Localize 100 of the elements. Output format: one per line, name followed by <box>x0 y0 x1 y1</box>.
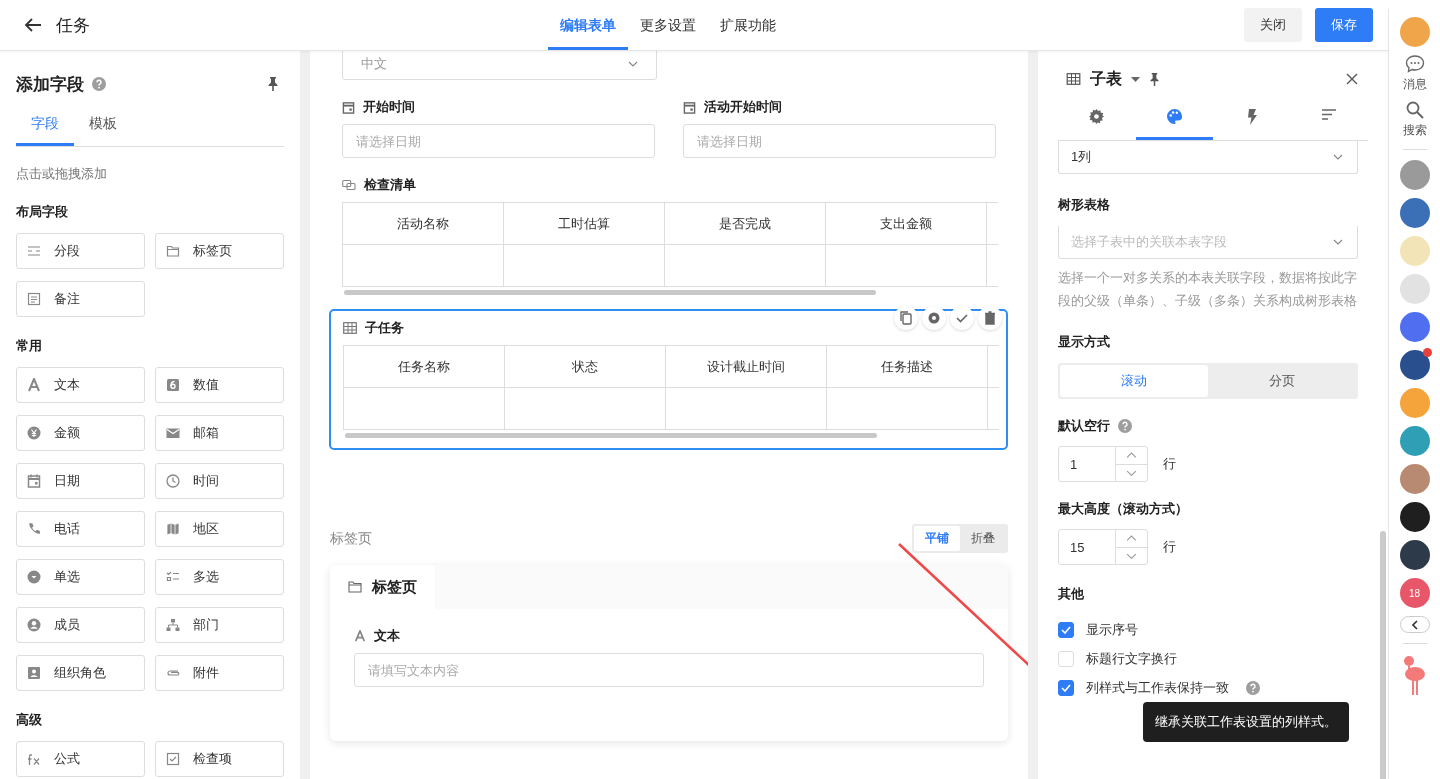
text-field[interactable]: 请填写文本内容 <box>354 653 984 687</box>
field-type-button[interactable]: 备注 <box>16 281 145 317</box>
folder-icon <box>348 581 362 593</box>
section-title: 最大高度（滚动方式） <box>1058 500 1188 518</box>
checkbox[interactable] <box>1058 679 1074 696</box>
money-icon <box>27 426 41 440</box>
check-icon[interactable] <box>950 306 974 330</box>
linked-records-icon <box>342 179 356 191</box>
mode-option[interactable]: 平铺 <box>914 526 960 551</box>
chevron-left-icon <box>1411 619 1418 630</box>
pin-icon[interactable] <box>1149 72 1160 86</box>
help-icon[interactable] <box>1246 680 1260 695</box>
fx-icon <box>27 752 41 766</box>
scrollbar[interactable] <box>344 290 876 295</box>
map-icon <box>166 522 180 536</box>
field-type-button[interactable]: 时间 <box>155 463 284 499</box>
tooltip: 继承关联工作表设置的列样式。 <box>1143 701 1349 742</box>
check-icon <box>166 752 180 766</box>
column-header: 状态 <box>505 345 666 387</box>
field-type-button[interactable]: 文本 <box>16 367 145 403</box>
text-icon <box>354 630 366 642</box>
pin-icon[interactable] <box>267 77 279 91</box>
section-title: 树形表格 <box>1058 196 1111 214</box>
field-type-button[interactable]: 地区 <box>155 511 284 547</box>
column-header: 任务描述 <box>827 345 988 387</box>
tab[interactable]: 标签页 <box>330 565 435 609</box>
search-icon <box>1405 101 1424 119</box>
app-avatar[interactable] <box>1399 540 1430 570</box>
field-type-button[interactable]: 附件 <box>155 655 284 691</box>
date-icon <box>27 474 41 488</box>
scrollbar[interactable] <box>345 433 877 438</box>
field-type-button[interactable]: 数值 <box>155 367 284 403</box>
top-tab[interactable]: 扩展功能 <box>708 0 788 50</box>
field-label: 子任务 <box>365 319 404 337</box>
dock-button[interactable]: 消息 <box>1402 55 1427 93</box>
column-header: 是否完成 <box>665 202 826 244</box>
field-type-button[interactable]: 分段 <box>16 233 145 269</box>
person-icon <box>27 618 41 632</box>
field-type-button[interactable]: 邮箱 <box>155 415 284 451</box>
field-type-button[interactable]: 日期 <box>16 463 145 499</box>
field-type-button[interactable]: 标签页 <box>155 233 284 269</box>
dock-button[interactable]: 搜索 <box>1402 101 1427 139</box>
field-type-button[interactable]: 部门 <box>155 607 284 643</box>
save-button[interactable]: 保存 <box>1315 8 1373 42</box>
group-title: 布局字段 <box>16 203 69 221</box>
field-type-button[interactable]: 电话 <box>16 511 145 547</box>
date-field[interactable]: 请选择日期 <box>683 124 996 158</box>
top-tab[interactable]: 更多设置 <box>628 0 708 50</box>
notification-dot <box>1422 348 1432 357</box>
help-icon[interactable] <box>1118 419 1132 433</box>
field-type-button[interactable]: 单选 <box>16 559 145 595</box>
scrollbar[interactable] <box>1380 531 1386 779</box>
settings-icon <box>1089 109 1105 124</box>
copy-icon[interactable] <box>894 306 918 330</box>
display-mode-option[interactable]: 分页 <box>1208 365 1356 397</box>
settings-icon[interactable] <box>922 306 946 330</box>
calendar-app[interactable]: 18 <box>1399 578 1430 608</box>
app-avatar[interactable] <box>1399 502 1430 532</box>
radio-icon <box>27 570 41 584</box>
app-avatar[interactable] <box>1399 350 1430 380</box>
close-button[interactable]: 关闭 <box>1244 8 1302 42</box>
folder-icon <box>166 244 180 258</box>
field-type-button[interactable]: 金额 <box>16 415 145 451</box>
field-type-button[interactable]: 公式 <box>16 741 145 777</box>
number-icon <box>166 378 180 392</box>
panel-tab[interactable]: 模板 <box>74 115 132 146</box>
mode-option[interactable]: 折叠 <box>960 526 1006 551</box>
settings-tab[interactable] <box>1135 107 1213 140</box>
date-field[interactable]: 请选择日期 <box>342 124 655 158</box>
unit-label: 行 <box>1163 455 1176 473</box>
panel-tab[interactable]: 字段 <box>16 115 74 146</box>
avatar[interactable] <box>1399 17 1430 47</box>
column-header: 工时估算 <box>504 202 665 244</box>
check-icon <box>1061 683 1071 692</box>
help-icon[interactable] <box>92 77 106 91</box>
number-stepper[interactable]: 1 <box>1058 446 1148 482</box>
field-type-button[interactable]: 多选 <box>155 559 284 595</box>
clock-icon <box>166 474 180 488</box>
section-label: 标签页 <box>330 529 372 548</box>
column-header: 设计截止时间 <box>666 345 827 387</box>
sort-icon <box>1322 109 1337 120</box>
field-type-button[interactable]: 成员 <box>16 607 145 643</box>
caret-icon[interactable] <box>1131 76 1140 82</box>
field-type-button[interactable]: 组织角色 <box>16 655 145 691</box>
org-icon <box>166 618 180 632</box>
number-stepper[interactable]: 15 <box>1058 529 1148 565</box>
role-icon <box>27 666 41 680</box>
chat-icon <box>1404 55 1425 73</box>
close-icon[interactable] <box>1346 73 1358 85</box>
section-title: 默认空行 <box>1058 417 1110 435</box>
delete-icon[interactable] <box>978 306 1002 330</box>
checkbox[interactable] <box>1058 621 1074 638</box>
collapse-button[interactable] <box>1399 616 1430 633</box>
panel-title: 子表 <box>1090 68 1122 89</box>
back-icon[interactable] <box>24 18 42 32</box>
display-mode-option[interactable]: 滚动 <box>1060 365 1208 397</box>
field-type-button[interactable]: 检查项 <box>155 741 284 777</box>
columns-select[interactable]: 1列 <box>1058 141 1358 174</box>
unit-label: 行 <box>1163 538 1176 556</box>
calendar-icon <box>342 100 355 114</box>
